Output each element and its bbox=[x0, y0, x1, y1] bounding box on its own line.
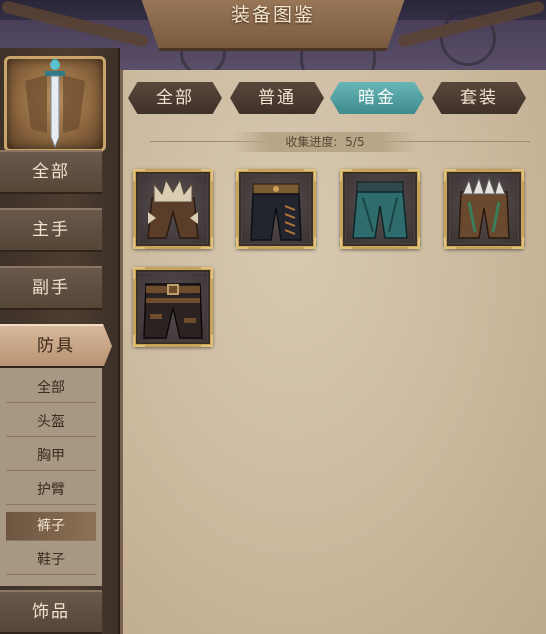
fang-hide-legguards-icon bbox=[458, 176, 510, 239]
submenu-item-label: 护臂 bbox=[37, 482, 65, 498]
card-corner bbox=[236, 237, 248, 249]
item-card[interactable] bbox=[236, 169, 316, 249]
sidebar-item-label: 主手 bbox=[32, 220, 70, 240]
submenu-item-label: 头盔 bbox=[37, 414, 65, 430]
item-card[interactable] bbox=[133, 267, 213, 347]
sidebar-item-main-hand[interactable]: 主手 bbox=[0, 208, 102, 252]
page-title: 装备图鉴 bbox=[230, 4, 315, 26]
item-card[interactable] bbox=[444, 169, 524, 249]
card-corner bbox=[201, 237, 213, 249]
card-corner bbox=[133, 169, 145, 181]
submenu-item-bracers[interactable]: 护臂 bbox=[6, 476, 96, 505]
tab-set[interactable]: 套装 bbox=[432, 82, 526, 114]
tab-normal[interactable]: 普通 bbox=[230, 82, 324, 114]
card-corner bbox=[340, 169, 352, 181]
submenu-item-chest[interactable]: 胸甲 bbox=[6, 442, 96, 471]
submenu-item-label: 裤子 bbox=[37, 518, 65, 534]
card-corner bbox=[512, 237, 524, 249]
tab-all[interactable]: 全部 bbox=[128, 82, 222, 114]
sword-icon bbox=[25, 59, 85, 149]
card-corner bbox=[304, 237, 316, 249]
sidebar-item-label: 防具 bbox=[37, 336, 75, 356]
collection-progress: 收集进度: 5/5 bbox=[232, 132, 418, 152]
item-card[interactable] bbox=[340, 169, 420, 249]
submenu-item-label: 胸甲 bbox=[37, 448, 65, 464]
card-corner bbox=[512, 169, 524, 181]
card-corner bbox=[304, 169, 316, 181]
card-corner bbox=[236, 169, 248, 181]
tab-label: 暗金 bbox=[358, 88, 396, 108]
submenu-item-pants[interactable]: 裤子 bbox=[6, 512, 96, 541]
sidebar-item-armor[interactable]: 防具 bbox=[0, 324, 112, 368]
card-corner bbox=[201, 267, 213, 279]
card-corner bbox=[133, 237, 145, 249]
submenu-item-label: 鞋子 bbox=[37, 552, 65, 568]
card-corner bbox=[133, 335, 145, 347]
submenu-item-helmet[interactable]: 头盔 bbox=[6, 408, 96, 437]
progress-value: 5/5 bbox=[345, 135, 365, 149]
bone-spiked-legguards-icon bbox=[147, 178, 199, 239]
dark-laced-trousers-icon bbox=[250, 183, 302, 241]
tab-label: 全部 bbox=[156, 88, 194, 108]
submenu-item-label: 全部 bbox=[37, 380, 65, 396]
card-corner bbox=[133, 267, 145, 279]
card-corner bbox=[444, 169, 456, 181]
item-card[interactable] bbox=[133, 169, 213, 249]
submenu-item-all[interactable]: 全部 bbox=[6, 374, 96, 403]
card-corner bbox=[444, 237, 456, 249]
card-corner bbox=[408, 169, 420, 181]
sidebar-item-off-hand[interactable]: 副手 bbox=[0, 266, 102, 310]
belted-dark-pants-icon bbox=[143, 283, 203, 339]
sidebar-item-label: 全部 bbox=[32, 162, 70, 182]
card-corner bbox=[408, 237, 420, 249]
card-corner bbox=[201, 335, 213, 347]
tab-label: 套装 bbox=[460, 88, 498, 108]
main-panel bbox=[120, 70, 546, 634]
armor-submenu: 全部 头盔 胸甲 护臂 裤子 鞋子 bbox=[0, 368, 102, 586]
sidebar-item-accessories[interactable]: 饰品 bbox=[0, 590, 102, 634]
submenu-item-boots[interactable]: 鞋子 bbox=[6, 546, 96, 575]
sidebar-item-label: 副手 bbox=[32, 278, 70, 298]
tab-label: 普通 bbox=[258, 88, 296, 108]
card-corner bbox=[340, 237, 352, 249]
sidebar-item-all[interactable]: 全部 bbox=[0, 150, 102, 194]
progress-label: 收集进度: bbox=[285, 135, 338, 149]
category-emblem bbox=[4, 56, 106, 152]
tab-dark-gold[interactable]: 暗金 bbox=[330, 82, 424, 114]
card-corner bbox=[201, 169, 213, 181]
sidebar-item-label: 饰品 bbox=[32, 602, 70, 622]
teal-cloth-pants-icon bbox=[352, 181, 408, 239]
